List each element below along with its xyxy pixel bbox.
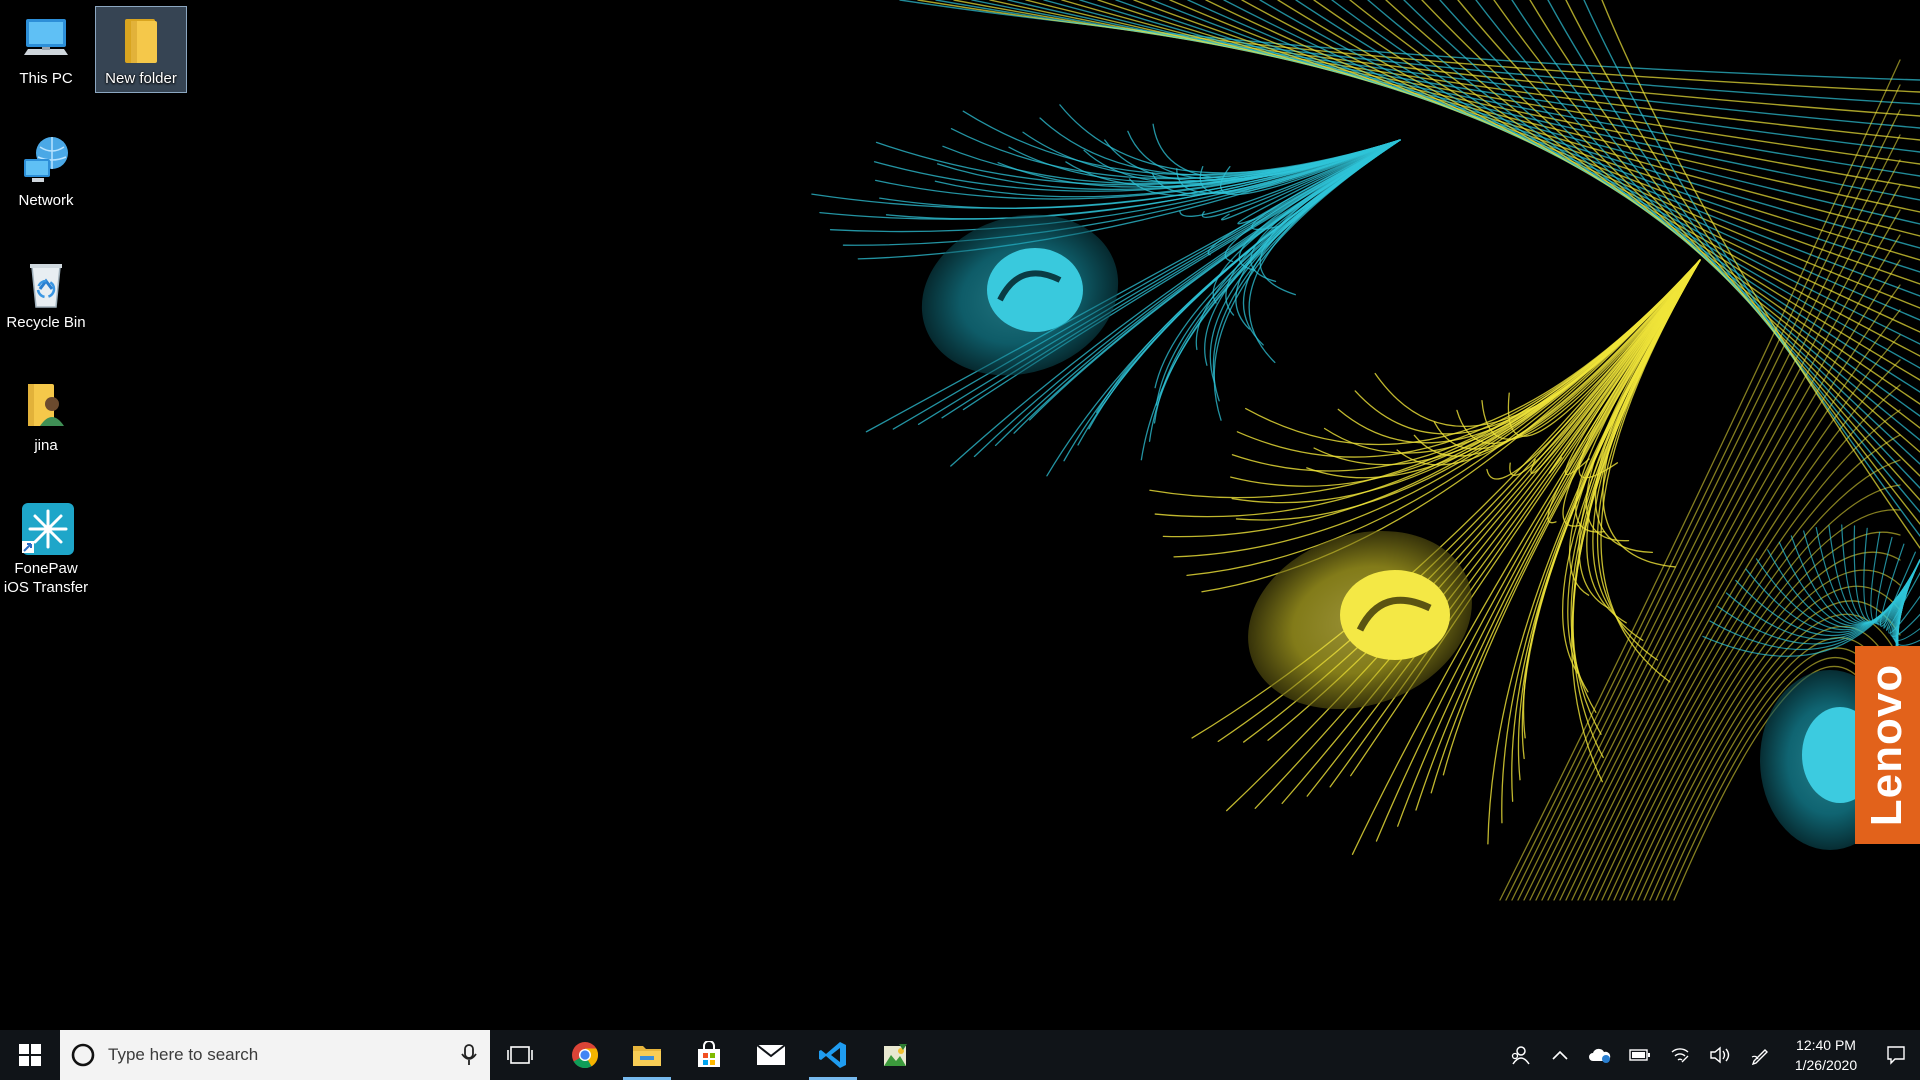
pen-icon xyxy=(1751,1049,1768,1065)
onedrive-icon xyxy=(1589,1048,1611,1063)
tray-wifi[interactable] xyxy=(1660,1030,1700,1080)
search-placeholder: Type here to search xyxy=(108,1045,259,1064)
action-center-button[interactable] xyxy=(1872,1030,1920,1080)
mail-icon xyxy=(756,1044,786,1065)
clock-date: 1/26/2020 xyxy=(1794,1057,1858,1073)
desktop-icon-recycle-bin[interactable]: Recycle Bin xyxy=(0,250,92,337)
desktop-icon-label: Recycle Bin xyxy=(6,314,86,331)
lenovo-text: Lenovo xyxy=(1862,663,1912,827)
task-view-icon xyxy=(507,1046,533,1064)
taskbar-chrome[interactable] xyxy=(555,1030,615,1080)
taskbar: Type here to search 12:40 PM 1/26/2020 xyxy=(0,1030,1920,1080)
desktop-icon-network[interactable]: Network xyxy=(0,128,92,215)
taskbar-file-explorer[interactable] xyxy=(617,1030,677,1080)
user-folder-icon xyxy=(28,384,64,426)
file-explorer-icon xyxy=(633,1046,661,1066)
tray-people[interactable] xyxy=(1500,1030,1540,1080)
store-icon xyxy=(698,1041,720,1067)
wifi-icon xyxy=(1671,1048,1689,1063)
cortana-icon xyxy=(71,1043,95,1067)
chrome-icon xyxy=(572,1042,599,1069)
desktop-icon-label: Network xyxy=(18,192,74,209)
tray-onedrive[interactable] xyxy=(1580,1030,1620,1080)
desktop-icon-label: jina xyxy=(34,437,58,454)
battery-icon xyxy=(1629,1049,1650,1061)
start-button[interactable] xyxy=(0,1030,60,1080)
windows-logo-icon xyxy=(19,1044,41,1066)
tray-volume[interactable] xyxy=(1700,1030,1740,1080)
desktop-icon-label: New folder xyxy=(105,70,177,87)
search-box[interactable]: Type here to search xyxy=(60,1030,490,1080)
microphone-icon[interactable] xyxy=(460,1043,478,1067)
volume-icon xyxy=(1710,1046,1730,1064)
desktop-icon-jina[interactable]: jina xyxy=(0,373,92,460)
desktop-icon-fonepaw[interactable]: FonePaw iOS Transfer xyxy=(0,496,92,602)
desktop-icon-new-folder[interactable]: New folder xyxy=(95,6,187,93)
network-icon xyxy=(24,137,68,182)
chevron-up-icon xyxy=(1552,1050,1568,1060)
desktop-icon-this-pc[interactable]: This PC xyxy=(0,6,92,93)
taskbar-app[interactable] xyxy=(865,1030,925,1080)
vscode-icon xyxy=(819,1042,846,1068)
clock[interactable]: 12:40 PM 1/26/2020 xyxy=(1780,1035,1872,1075)
taskbar-store[interactable] xyxy=(679,1030,739,1080)
tray-pen[interactable] xyxy=(1740,1030,1780,1080)
people-icon xyxy=(1511,1046,1530,1065)
recycle-bin-icon xyxy=(30,264,62,308)
app-icon xyxy=(884,1044,907,1066)
taskbar-mail[interactable] xyxy=(741,1030,801,1080)
taskbar-vscode[interactable] xyxy=(803,1030,863,1080)
desktop[interactable]: This PC New folder Network Recycle Bin j… xyxy=(0,0,1920,1030)
desktop-icon-label: FonePaw iOS Transfer xyxy=(3,560,89,596)
clock-time: 12:40 PM xyxy=(1796,1037,1856,1053)
tray-battery[interactable] xyxy=(1620,1030,1660,1080)
fonepaw-icon xyxy=(22,503,74,555)
feather-strands xyxy=(811,0,1920,901)
tray-show-hidden[interactable] xyxy=(1540,1030,1580,1080)
computer-icon xyxy=(24,19,68,55)
lenovo-badge: Lenovo xyxy=(1855,646,1920,844)
desktop-icon-label: This PC xyxy=(19,70,73,87)
task-view-button[interactable] xyxy=(490,1030,550,1080)
notification-icon xyxy=(1887,1046,1905,1065)
system-tray: 12:40 PM 1/26/2020 xyxy=(1500,1030,1920,1080)
folder-icon xyxy=(125,19,157,63)
wallpaper xyxy=(811,0,1920,901)
